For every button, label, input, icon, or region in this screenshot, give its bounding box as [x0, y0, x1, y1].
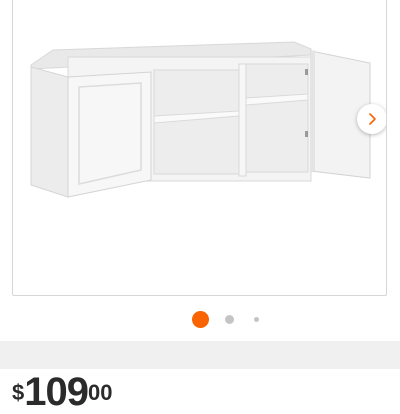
product-image: [30, 41, 371, 198]
price-cents: 00: [88, 380, 113, 405]
center-divider: [238, 63, 247, 177]
carousel-dot[interactable]: [254, 317, 259, 322]
carousel-dot[interactable]: [225, 315, 234, 324]
carousel-dot-active[interactable]: [192, 311, 209, 328]
carousel-dots: [0, 310, 400, 328]
chevron-right-icon: [369, 113, 376, 125]
price-dollars: 109: [24, 370, 89, 414]
price-currency: $: [12, 380, 25, 405]
right-door-edge: [311, 50, 315, 171]
cabinet-left-door: [67, 71, 152, 198]
section-separator: [0, 341, 400, 369]
compartment-right: [245, 63, 309, 173]
hinge-top: [305, 69, 308, 75]
hinge-bottom: [305, 131, 308, 137]
cabinet-left-side: [30, 66, 69, 198]
product-price: $10900: [12, 372, 112, 412]
next-image-button[interactable]: [357, 104, 386, 134]
product-image-card: [12, 0, 387, 296]
